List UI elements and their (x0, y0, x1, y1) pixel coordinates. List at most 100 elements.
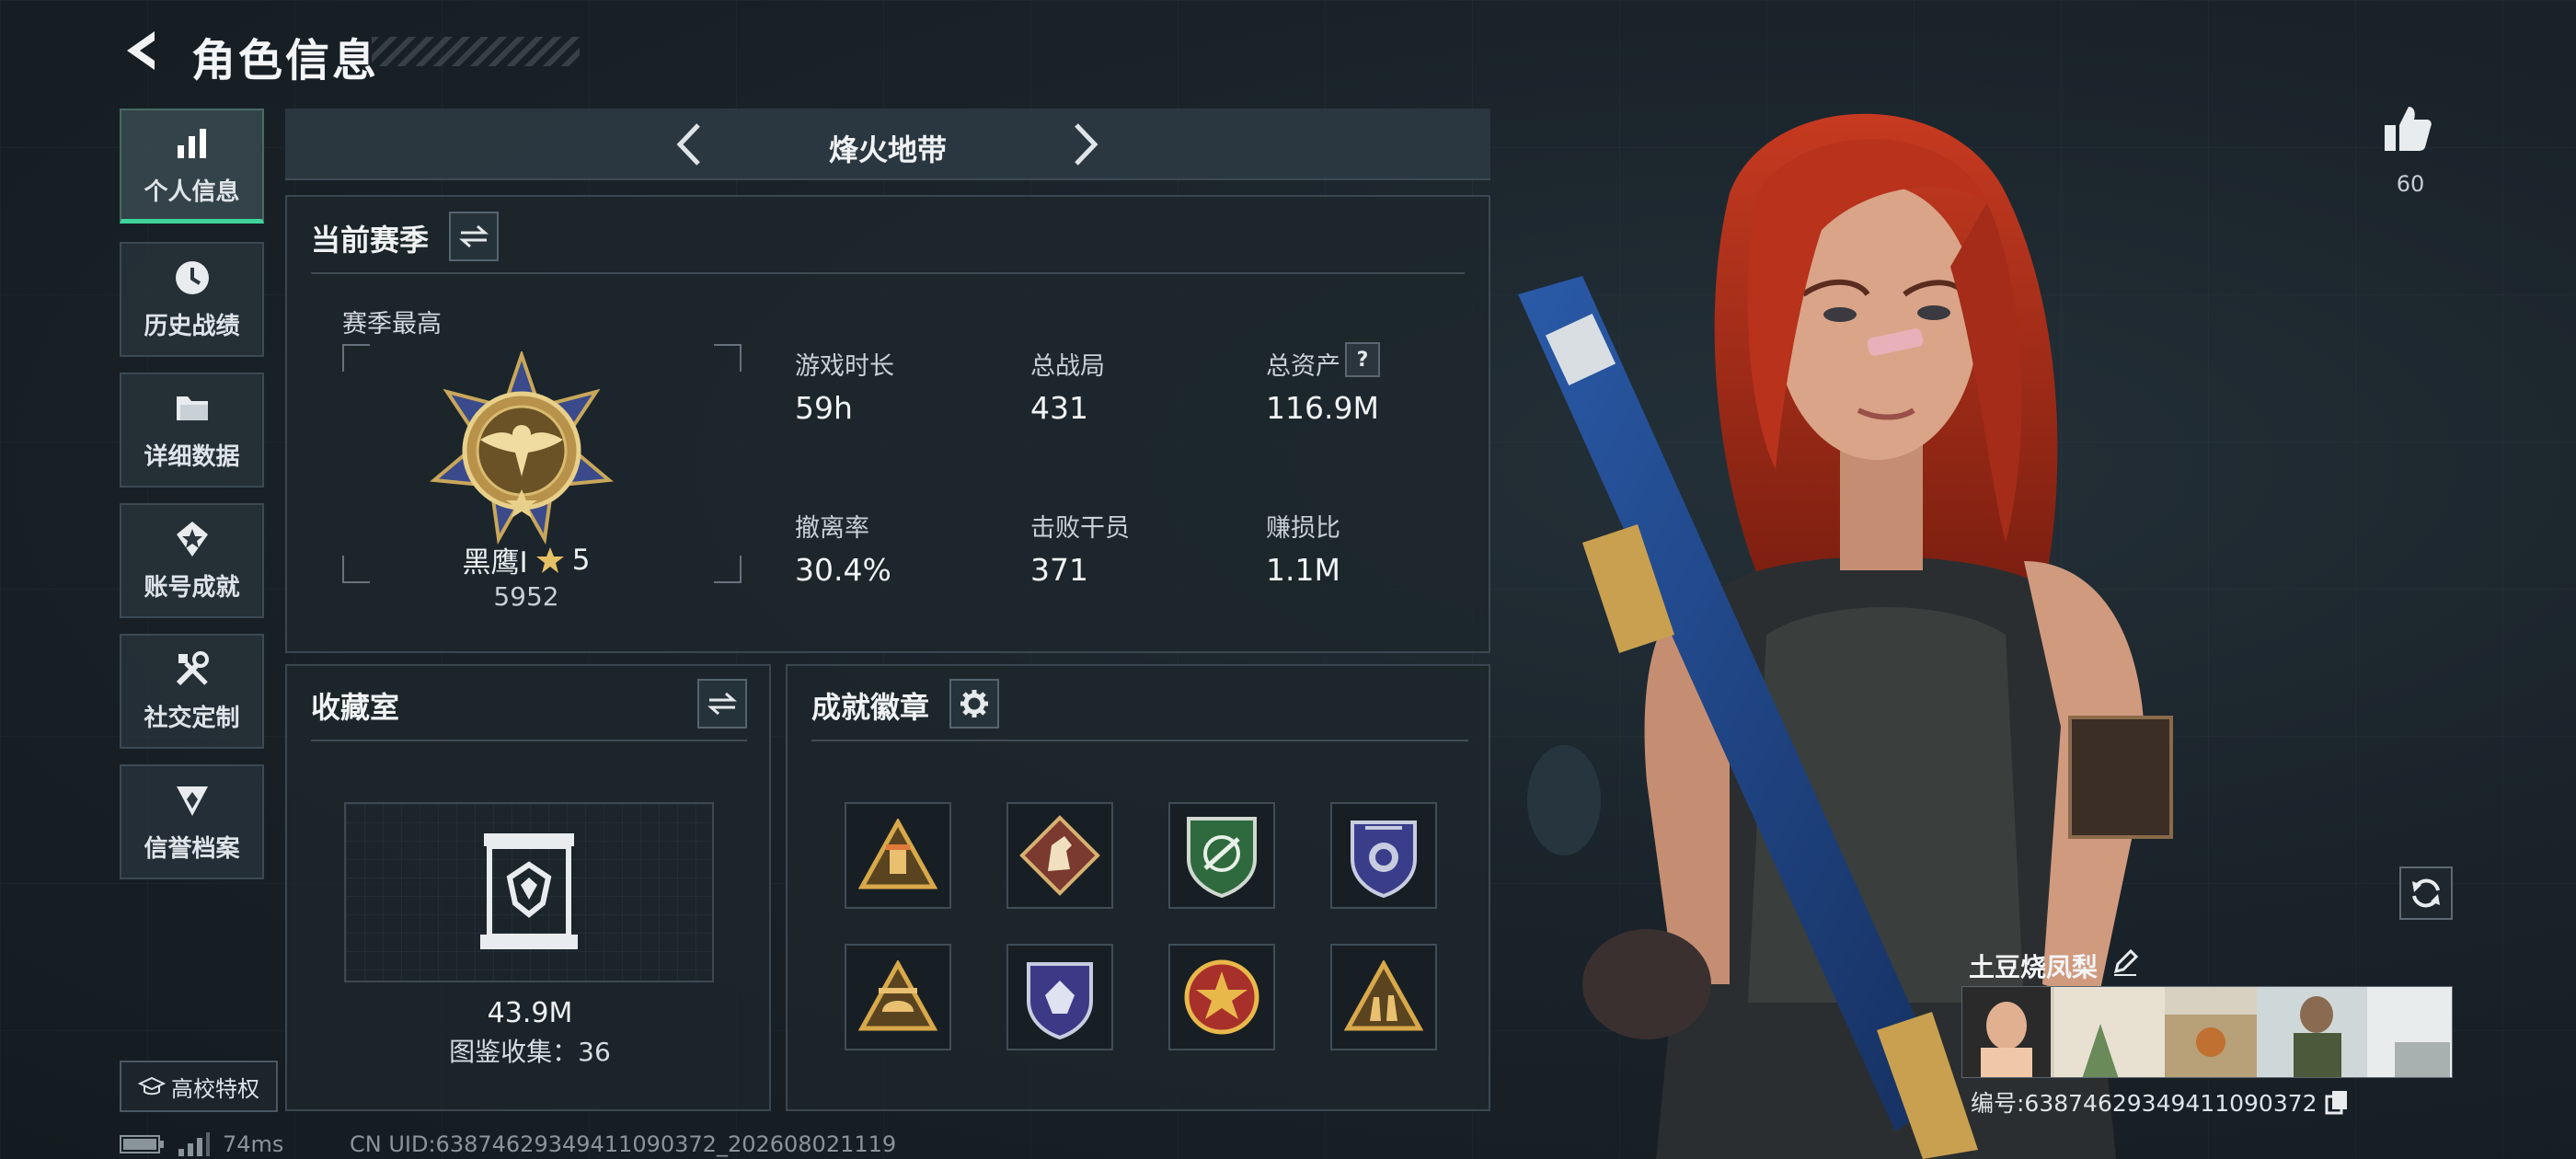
tools-icon (172, 649, 213, 690)
sidebar-item-reputation[interactable]: 信誉档案 (120, 764, 264, 879)
sidebar-item-detailed-data[interactable]: 详细数据 (120, 373, 264, 488)
display-case-icon (480, 833, 578, 949)
graduation-cap-icon (138, 1076, 166, 1096)
title-decoration (372, 37, 580, 66)
soldiers-badge-icon (1344, 960, 1423, 1031)
collection-switch-button[interactable] (697, 679, 747, 729)
blue-shield-badge-icon (1351, 820, 1417, 898)
blue-crest-badge-icon (1027, 962, 1093, 1039)
rank-name-row: 黑鹰I 5 (407, 539, 646, 580)
sidebar-item-history[interactable]: 历史战绩 (120, 242, 264, 357)
next-mode-button[interactable] (1058, 120, 1108, 169)
rank-eagle-badge-icon (430, 351, 614, 545)
sidebar-item-label: 账号成就 (144, 574, 240, 602)
assets-help-button[interactable]: ? (1345, 342, 1380, 377)
badge-triangle-helmet[interactable] (845, 944, 951, 1050)
badge-green-shield[interactable] (1168, 802, 1275, 909)
stat-profit-ratio-value: 1.1M (1266, 552, 1340, 588)
stat-total-matches-label: 总战局 (1030, 352, 1105, 381)
stat-total-assets-value: 116.9M (1266, 390, 1379, 426)
frame-corner (342, 344, 370, 372)
star-icon (535, 546, 564, 573)
stat-play-time-label: 游戏时长 (795, 352, 894, 381)
status-bar: 74ms (120, 1131, 283, 1157)
triangle-badge-icon (858, 819, 937, 889)
sidebar-item-social[interactable]: 社交定制 (120, 634, 264, 749)
badge-blue-shield[interactable] (1330, 802, 1437, 909)
gear-icon (960, 690, 988, 717)
sidebar-item-label: 详细数据 (144, 443, 240, 471)
like-button[interactable] (2381, 103, 2432, 155)
sidebar-item-personal-info[interactable]: 个人信息 (120, 109, 264, 224)
stat-profit-ratio-label: 赚损比 (1266, 514, 1340, 543)
stat-extraction-rate-label: 撤离率 (795, 514, 869, 543)
back-arrow-icon (127, 31, 155, 70)
season-divider (311, 272, 1465, 274)
red-star-badge-icon (1184, 959, 1259, 1035)
stat-play-time-value: 59h (795, 390, 853, 426)
swap-arrows-icon (707, 692, 737, 716)
collection-value: 43.9M (487, 997, 573, 1029)
helmet-badge-icon (858, 960, 937, 1031)
collection-count: 图鉴收集：36 (449, 1037, 611, 1067)
reputation-icon (172, 780, 213, 820)
collection-panel[interactable]: 收藏室 43.9M 图鉴收集：36 (285, 664, 771, 1111)
campus-privilege-label: 高校特权 (171, 1075, 259, 1102)
achievement-badges-panel[interactable]: 成就徽章 (786, 664, 1490, 1111)
stat-kills-value: 371 (1030, 552, 1088, 588)
ping-value: 74ms (223, 1131, 284, 1157)
green-shield-badge-icon (1187, 817, 1257, 898)
badges-settings-button[interactable] (949, 679, 999, 729)
badges-title: 成就徽章 (811, 690, 930, 725)
campus-privilege-button[interactable]: 高校特权 (120, 1061, 278, 1112)
battery-icon (120, 1135, 164, 1153)
achievement-icon (172, 519, 213, 559)
banner-image (1962, 987, 2452, 1077)
sidebar-item-label: 社交定制 (144, 705, 240, 732)
stat-total-matches-value: 431 (1030, 390, 1088, 426)
sidebar-item-achievements[interactable]: 账号成就 (120, 503, 264, 618)
season-best-label: 赛季最高 (342, 310, 442, 339)
refresh-button[interactable] (2399, 866, 2453, 920)
stat-kills-label: 击败干员 (1030, 514, 1130, 543)
mode-selector: 烽火地带 (285, 109, 1490, 180)
frame-corner (342, 556, 370, 583)
signal-icon (178, 1132, 210, 1156)
badge-triangle-gold[interactable] (845, 802, 951, 909)
badges-divider (811, 740, 1468, 741)
frame-corner (714, 344, 742, 372)
player-id-row: 编号:638746293494110903​72 (1971, 1085, 2349, 1119)
edit-name-button[interactable] (2110, 947, 2140, 981)
rank-name: 黑鹰I (462, 546, 528, 580)
badge-red-star[interactable] (1168, 944, 1275, 1050)
thumbs-up-icon (2385, 107, 2432, 151)
player-banner[interactable] (1961, 986, 2453, 1078)
folder-icon (172, 388, 213, 429)
pencil-icon (2113, 948, 2139, 976)
swap-arrows-icon (459, 224, 489, 248)
sidebar-item-label: 信誉档案 (144, 835, 240, 863)
uid-text: CN UID:638746293494110903​72_20260802111… (350, 1131, 897, 1157)
refresh-icon (2412, 878, 2440, 908)
mode-title: 烽火地带 (828, 132, 947, 167)
sidebar-item-label: 历史战绩 (144, 313, 240, 340)
rank-score: 5952 (493, 581, 559, 612)
current-season-panel: 当前赛季 赛季最高 黑鹰I 5 5952 游戏时长 59h 总战局 431 总资… (285, 195, 1490, 653)
player-name: 土豆烧凤梨 (1969, 952, 2099, 982)
badge-blue-crest[interactable] (1006, 944, 1113, 1050)
copy-icon[interactable] (2325, 1089, 2349, 1115)
season-title: 当前赛季 (311, 223, 430, 258)
back-button[interactable] (118, 26, 167, 75)
like-count: 60 (2396, 171, 2425, 197)
stat-extraction-rate-value: 30.4% (795, 552, 891, 588)
rank-stars: 5 (571, 543, 591, 577)
badge-triangle-soldiers[interactable] (1330, 944, 1437, 1050)
bar-chart-icon (172, 123, 213, 164)
badge-diamond-horse[interactable] (1006, 802, 1113, 909)
clock-icon (172, 258, 213, 298)
stat-total-assets-label: 总资产 (1266, 352, 1340, 381)
sidebar-item-label: 个人信息 (144, 178, 240, 206)
collection-title: 收藏室 (311, 690, 400, 725)
frame-corner (714, 556, 742, 583)
season-switch-button[interactable] (449, 212, 499, 261)
